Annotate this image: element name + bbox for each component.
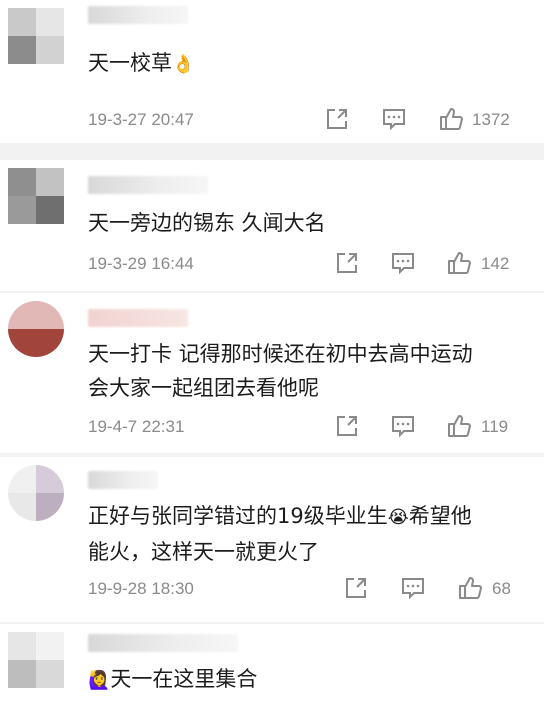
comment-text: 天一校草👌 bbox=[88, 51, 195, 75]
like-count: 68 bbox=[492, 579, 511, 598]
comment-meta: 19-4-7 22:31 119 bbox=[88, 413, 518, 443]
like-count: 1372 bbox=[472, 110, 510, 129]
comment-meta: 19-9-28 18:30 68 bbox=[88, 575, 518, 605]
timestamp: 19-9-28 18:30 bbox=[88, 579, 194, 598]
share-icon[interactable] bbox=[334, 413, 360, 439]
comment-text: 天一旁边的锡东 久闻大名 bbox=[88, 211, 326, 235]
thumbs-up-icon[interactable] bbox=[438, 106, 464, 132]
like-count: 119 bbox=[481, 417, 509, 436]
avatar[interactable] bbox=[8, 8, 64, 64]
avatar[interactable] bbox=[8, 632, 64, 688]
crying-emoji: 😭 bbox=[387, 507, 409, 528]
username-blurred[interactable] bbox=[88, 634, 238, 652]
raising-hand-emoji: 🙋‍♀️ bbox=[88, 670, 111, 691]
comment-meta: 19-3-27 20:47 1372 bbox=[88, 106, 518, 136]
share-icon[interactable] bbox=[324, 106, 350, 132]
share-icon[interactable] bbox=[334, 250, 360, 276]
ok-hand-emoji: 👌 bbox=[172, 54, 195, 75]
comment-icon[interactable] bbox=[400, 575, 426, 601]
timestamp: 19-3-29 16:44 bbox=[88, 254, 194, 273]
comment-item[interactable]: 天一旁边的锡东 久闻大名 19-3-29 16:44 142 bbox=[0, 160, 544, 291]
comment-icon[interactable] bbox=[381, 106, 407, 132]
timestamp: 19-4-7 22:31 bbox=[88, 417, 185, 436]
username-blurred[interactable] bbox=[88, 309, 188, 327]
thumbs-up-icon[interactable] bbox=[446, 250, 472, 276]
comment-text: 🙋‍♀️天一在这里集合 bbox=[88, 667, 258, 691]
comment-icon[interactable] bbox=[390, 413, 416, 439]
username-blurred[interactable] bbox=[88, 6, 188, 24]
comment-item[interactable]: 天一打卡 记得那时候还在初中去高中运动 会大家一起组团去看他呢 19-4-7 2… bbox=[0, 293, 544, 453]
comment-feed: 天一校草👌 19-3-27 20:47 1372 天一旁边的锡东 久闻大名 19… bbox=[0, 0, 544, 707]
avatar[interactable] bbox=[8, 301, 64, 357]
like-count: 142 bbox=[481, 254, 510, 273]
comment-icon[interactable] bbox=[390, 250, 416, 276]
comment-item[interactable]: 正好与张同学错过的19级毕业生😭希望他 能火，这样天一就更火了 19-9-28 … bbox=[0, 457, 544, 622]
username-blurred[interactable] bbox=[88, 471, 158, 489]
comment-item[interactable]: 天一校草👌 19-3-27 20:47 1372 bbox=[0, 0, 544, 143]
comment-text: 天一打卡 记得那时候还在初中去高中运动 会大家一起组团去看他呢 bbox=[88, 342, 473, 400]
timestamp: 19-3-27 20:47 bbox=[88, 110, 194, 129]
share-icon[interactable] bbox=[343, 575, 369, 601]
avatar[interactable] bbox=[8, 168, 64, 224]
thumbs-up-icon[interactable] bbox=[446, 413, 472, 439]
comment-text: 正好与张同学错过的19级毕业生😭希望他 能火，这样天一就更火了 bbox=[88, 504, 472, 564]
comment-item[interactable]: 🙋‍♀️天一在这里集合 bbox=[0, 624, 544, 707]
comment-meta: 19-3-29 16:44 142 bbox=[88, 250, 518, 280]
thumbs-up-icon[interactable] bbox=[457, 575, 483, 601]
avatar[interactable] bbox=[8, 465, 64, 521]
username-blurred[interactable] bbox=[88, 176, 208, 194]
